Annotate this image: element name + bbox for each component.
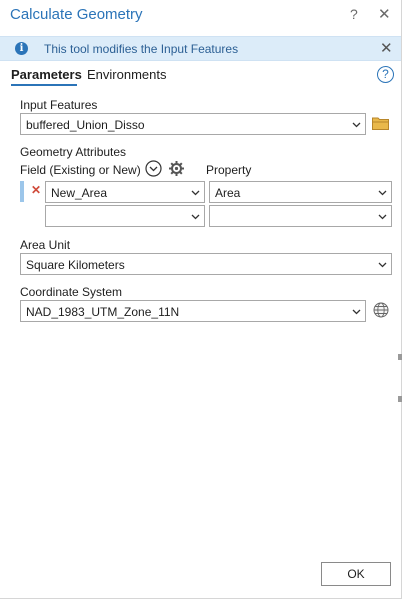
- ok-button[interactable]: OK: [321, 562, 391, 586]
- close-icon[interactable]: ✕: [378, 5, 391, 23]
- property-dropdown-row-2[interactable]: [209, 205, 392, 227]
- coordinate-system-dropdown[interactable]: NAD_1983_UTM_Zone_11N: [20, 300, 366, 322]
- chevron-down-icon: [191, 214, 200, 220]
- banner-close-icon[interactable]: ✕: [380, 39, 393, 57]
- tool-help-icon[interactable]: ?: [377, 66, 394, 83]
- info-banner: i This tool modifies the Input Features …: [0, 36, 401, 61]
- tab-strip: Parameters Environments ?: [0, 64, 401, 88]
- active-tab-indicator: [11, 84, 77, 86]
- globe-icon[interactable]: [373, 302, 389, 318]
- tool-pane: Calculate Geometry ? ✕ i This tool modif…: [0, 0, 402, 599]
- tab-environments[interactable]: Environments: [87, 67, 166, 82]
- area-unit-value: Square Kilometers: [26, 258, 125, 272]
- chevron-circle-down-icon[interactable]: [145, 160, 162, 177]
- chevron-down-icon: [378, 214, 387, 220]
- input-features-label: Input Features: [20, 98, 98, 112]
- property-dropdown-row-1[interactable]: Area: [209, 181, 392, 203]
- info-icon: i: [15, 42, 28, 55]
- chevron-down-icon: [191, 190, 200, 196]
- chevron-down-icon: [352, 309, 361, 315]
- chevron-down-icon: [378, 262, 387, 268]
- edge-resize-marker: [398, 396, 402, 402]
- row-selection-bar: [20, 181, 24, 202]
- edge-resize-marker: [398, 354, 402, 360]
- field-dropdown-row-1[interactable]: New_Area: [45, 181, 205, 203]
- field-value-row-1: New_Area: [51, 186, 108, 200]
- coordinate-system-label: Coordinate System: [20, 285, 123, 299]
- property-header: Property: [206, 163, 252, 177]
- chevron-down-icon: [378, 190, 387, 196]
- geometry-attributes-label: Geometry Attributes: [20, 145, 127, 159]
- area-unit-label: Area Unit: [20, 238, 71, 252]
- gear-icon[interactable]: [168, 160, 185, 177]
- title-bar: Calculate Geometry ? ✕: [0, 0, 400, 32]
- field-header: Field (Existing or New): [20, 163, 141, 177]
- tab-parameters[interactable]: Parameters: [11, 67, 82, 82]
- chevron-down-icon: [352, 122, 361, 128]
- banner-message: This tool modifies the Input Features: [44, 42, 239, 56]
- coordinate-system-value: NAD_1983_UTM_Zone_11N: [26, 305, 180, 319]
- property-value-row-1: Area: [215, 186, 241, 200]
- folder-icon[interactable]: [372, 116, 389, 130]
- field-dropdown-row-2[interactable]: [45, 205, 205, 227]
- area-unit-dropdown[interactable]: Square Kilometers: [20, 253, 392, 275]
- input-features-dropdown[interactable]: buffered_Union_Disso: [20, 113, 366, 135]
- window-title: Calculate Geometry: [10, 6, 143, 23]
- help-icon[interactable]: ?: [350, 6, 358, 22]
- remove-row-icon[interactable]: ✕: [31, 183, 41, 197]
- input-features-value: buffered_Union_Disso: [26, 118, 145, 132]
